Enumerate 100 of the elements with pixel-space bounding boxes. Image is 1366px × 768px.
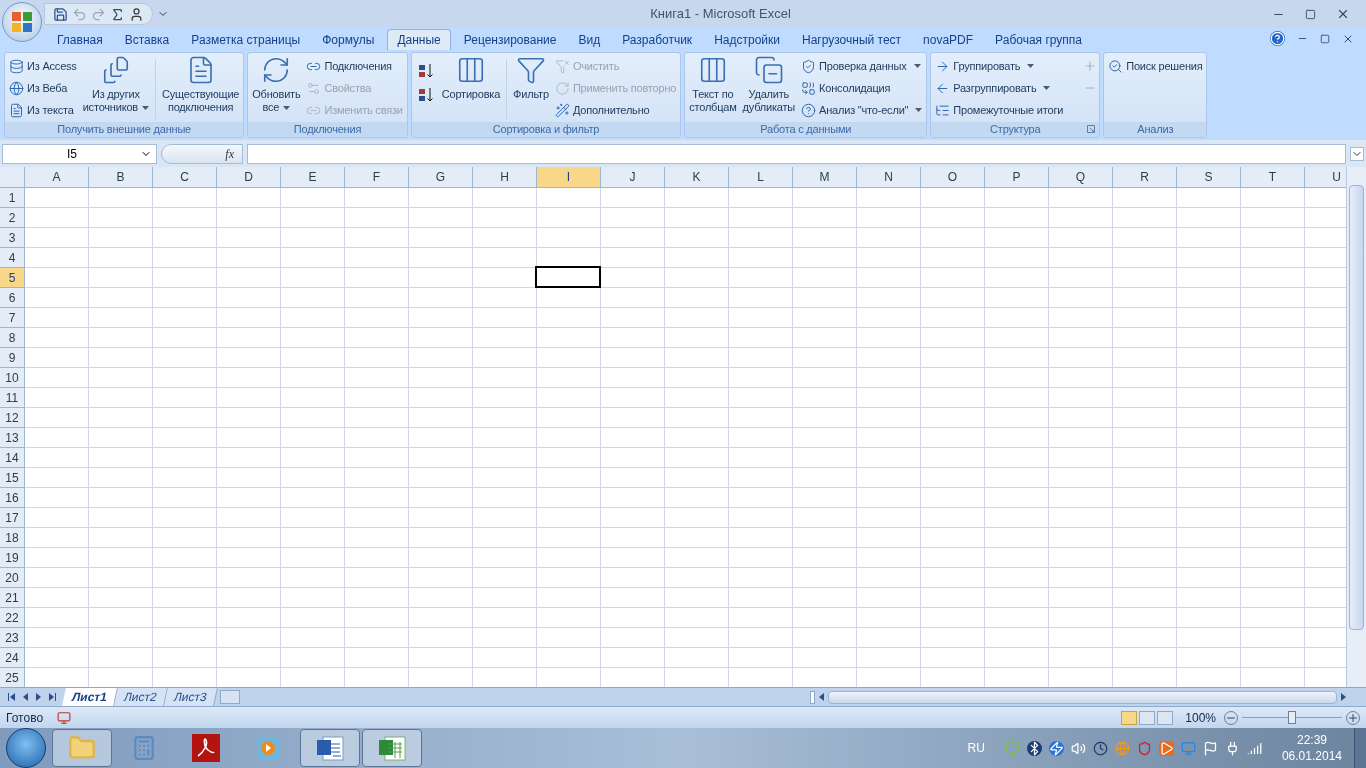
sheet-tab[interactable]: Лист3 <box>163 688 218 706</box>
bluetooth-icon[interactable] <box>1026 740 1042 756</box>
taskbar-app[interactable] <box>52 729 112 767</box>
row-header[interactable]: 23 <box>0 628 25 648</box>
sheet-tab[interactable]: Лист2 <box>114 688 168 706</box>
flag-icon[interactable] <box>1202 740 1218 756</box>
ribbon-button[interactable]: Консолидация <box>799 77 925 99</box>
expand-icon[interactable] <box>1350 146 1364 161</box>
help-icon[interactable] <box>1270 31 1285 46</box>
ribbon-button[interactable]: Из других источников <box>80 55 151 121</box>
scroll-right-icon[interactable] <box>1341 693 1346 701</box>
ribbon-button[interactable]: Из текста <box>7 99 79 121</box>
formula-input[interactable] <box>247 143 1346 164</box>
ribbon-button[interactable]: Из Веба <box>7 77 79 99</box>
ribbon-tab[interactable]: Рабочая группа <box>986 29 1091 50</box>
next-sheet-icon[interactable] <box>36 693 41 701</box>
column-header[interactable]: K <box>665 167 729 187</box>
ribbon-tab[interactable]: novaPDF <box>914 29 983 50</box>
column-header[interactable]: M <box>793 167 857 187</box>
ribbon-button[interactable]: Обновить все <box>250 55 303 121</box>
row-header[interactable]: 5 <box>0 268 25 288</box>
page-layout-icon[interactable] <box>1139 710 1156 725</box>
row-header[interactable]: 18 <box>0 528 25 548</box>
ribbon-button[interactable]: Удалить дубликаты <box>740 55 798 121</box>
ribbon-button[interactable]: Поиск решения <box>1106 55 1205 77</box>
zoom-level[interactable]: 100% <box>1185 708 1216 727</box>
row-header[interactable]: 15 <box>0 468 25 488</box>
row-header[interactable]: 3 <box>0 228 25 248</box>
active-cell[interactable] <box>535 266 601 288</box>
row-header[interactable]: 21 <box>0 588 25 608</box>
speaker-icon[interactable] <box>1070 740 1086 756</box>
save-icon[interactable] <box>53 6 68 22</box>
column-header[interactable]: O <box>921 167 985 187</box>
column-header[interactable]: N <box>857 167 921 187</box>
ribbon-button[interactable]: Разгруппировать <box>933 77 1066 99</box>
taskbar-app[interactable] <box>362 729 422 767</box>
ribbon-button[interactable]: Промежуточные итоги <box>933 99 1066 121</box>
horizontal-scrollbar[interactable] <box>827 690 1337 704</box>
clock-time[interactable]: 22:39 <box>1296 732 1327 748</box>
ribbon-tab[interactable]: Главная <box>48 29 112 50</box>
column-header[interactable]: T <box>1241 167 1305 187</box>
ribbon-button[interactable]: Существующие подключения <box>159 55 242 121</box>
ribbon-button[interactable]: Подключения <box>304 55 405 77</box>
row-header[interactable]: 2 <box>0 208 25 228</box>
dialog-launcher-icon[interactable] <box>1087 125 1096 133</box>
row-header[interactable]: 10 <box>0 368 25 388</box>
ribbon-tab[interactable]: Вставка <box>115 29 179 50</box>
column-header[interactable]: C <box>153 167 217 187</box>
column-header[interactable]: L <box>729 167 793 187</box>
taskbar-app[interactable] <box>300 729 360 767</box>
ribbon-button[interactable]: Текст по столбцам <box>687 55 739 121</box>
first-sheet-icon[interactable] <box>8 693 15 701</box>
clock-date[interactable]: 06.01.2014 <box>1281 748 1342 764</box>
column-header[interactable]: P <box>985 167 1049 187</box>
ribbon-button[interactable]: Фильтр <box>511 55 551 121</box>
row-header[interactable]: 22 <box>0 608 25 628</box>
ribbon-tab[interactable]: Рецензирование <box>454 29 566 50</box>
zoom-slider[interactable] <box>1242 710 1342 725</box>
row-header[interactable]: 14 <box>0 448 25 468</box>
ribbon-tab[interactable]: Надстройки <box>705 29 789 50</box>
shield-icon[interactable] <box>1136 740 1152 756</box>
sort-ascending-icon[interactable] <box>417 63 434 79</box>
ribbon-button[interactable]: Дополнительно <box>552 99 679 121</box>
split-handle[interactable] <box>809 690 815 704</box>
vertical-scrollbar[interactable] <box>1346 167 1366 687</box>
row-header[interactable]: 12 <box>0 408 25 428</box>
new-sheet-icon[interactable] <box>219 690 240 704</box>
restore-icon[interactable] <box>1320 33 1330 44</box>
row-header[interactable]: 13 <box>0 428 25 448</box>
column-header[interactable]: I <box>537 167 601 187</box>
previous-sheet-icon[interactable] <box>23 693 28 701</box>
app-icon[interactable] <box>1158 740 1174 756</box>
ribbon-tab[interactable]: Нагрузочный тест <box>792 29 911 50</box>
ribbon-button[interactable]: Из Access <box>7 55 79 77</box>
column-header[interactable]: J <box>601 167 665 187</box>
row-header[interactable]: 8 <box>0 328 25 348</box>
row-header[interactable]: 25 <box>0 668 25 687</box>
signal-icon[interactable] <box>1246 740 1262 756</box>
row-header[interactable]: 20 <box>0 568 25 588</box>
ribbon-button[interactable]: Сортировка <box>439 55 503 121</box>
row-header[interactable]: 24 <box>0 648 25 668</box>
row-header[interactable]: 11 <box>0 388 25 408</box>
ribbon-button[interactable]: Проверка данных <box>799 55 925 77</box>
column-header[interactable]: G <box>409 167 473 187</box>
person-icon[interactable] <box>129 6 144 22</box>
row-header[interactable]: 4 <box>0 248 25 268</box>
ribbon-tab[interactable]: Вид <box>569 29 610 50</box>
row-header[interactable]: 16 <box>0 488 25 508</box>
column-header[interactable]: D <box>217 167 281 187</box>
zoom-thumb[interactable] <box>1288 710 1296 724</box>
name-box[interactable]: I5 <box>2 143 157 164</box>
column-header[interactable]: R <box>1113 167 1177 187</box>
row-header[interactable]: 1 <box>0 188 25 208</box>
column-header[interactable]: B <box>89 167 153 187</box>
row-header[interactable]: 7 <box>0 308 25 328</box>
row-header[interactable]: 6 <box>0 288 25 308</box>
ribbon-button[interactable]: Анализ "что-если" <box>799 99 925 121</box>
page-break-icon[interactable] <box>1157 710 1174 725</box>
normal-view-icon[interactable] <box>1121 710 1138 725</box>
scroll-left-icon[interactable] <box>818 693 824 701</box>
